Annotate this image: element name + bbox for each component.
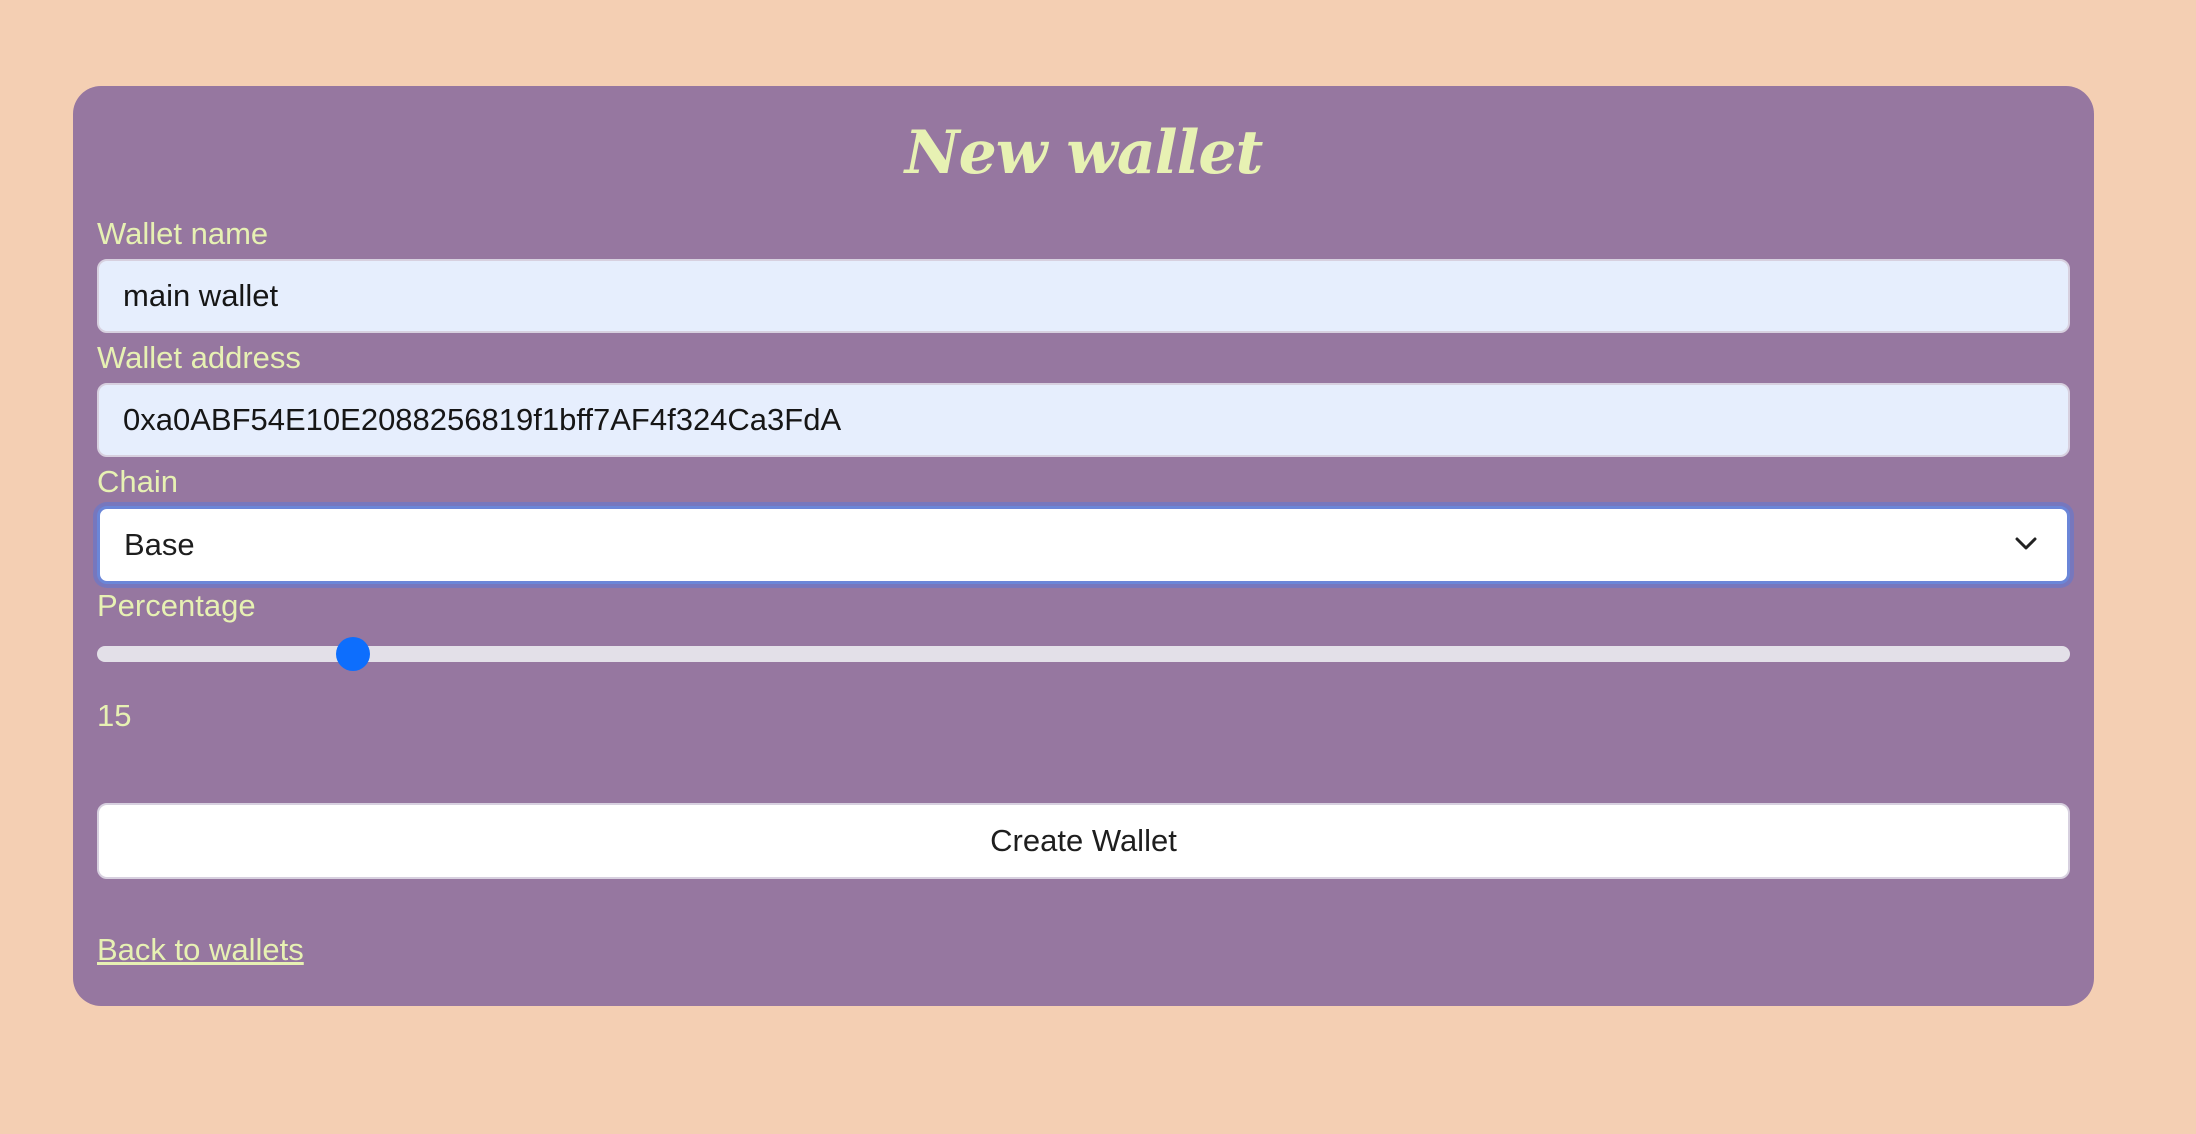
percentage-value: 15 — [97, 698, 132, 733]
page-title: New wallet — [904, 118, 1264, 188]
create-wallet-button[interactable]: Create Wallet — [97, 803, 2070, 879]
percentage-slider[interactable] — [97, 637, 2070, 671]
percentage-slider-thumb[interactable] — [336, 637, 371, 671]
chain-select-value: Base — [124, 527, 195, 562]
new-wallet-card: New wallet Wallet name Wallet address Ch… — [73, 86, 2094, 1006]
wallet-name-input[interactable] — [97, 259, 2070, 333]
chevron-down-icon — [2015, 537, 2037, 550]
wallet-name-label: Wallet name — [97, 216, 269, 251]
back-to-wallets-link[interactable]: Back to wallets — [97, 932, 304, 968]
chain-label: Chain — [97, 464, 178, 499]
percentage-label: Percentage — [97, 588, 256, 623]
wallet-address-input[interactable] — [97, 383, 2070, 457]
wallet-address-label: Wallet address — [97, 340, 301, 375]
chain-select[interactable]: Base — [97, 506, 2070, 584]
